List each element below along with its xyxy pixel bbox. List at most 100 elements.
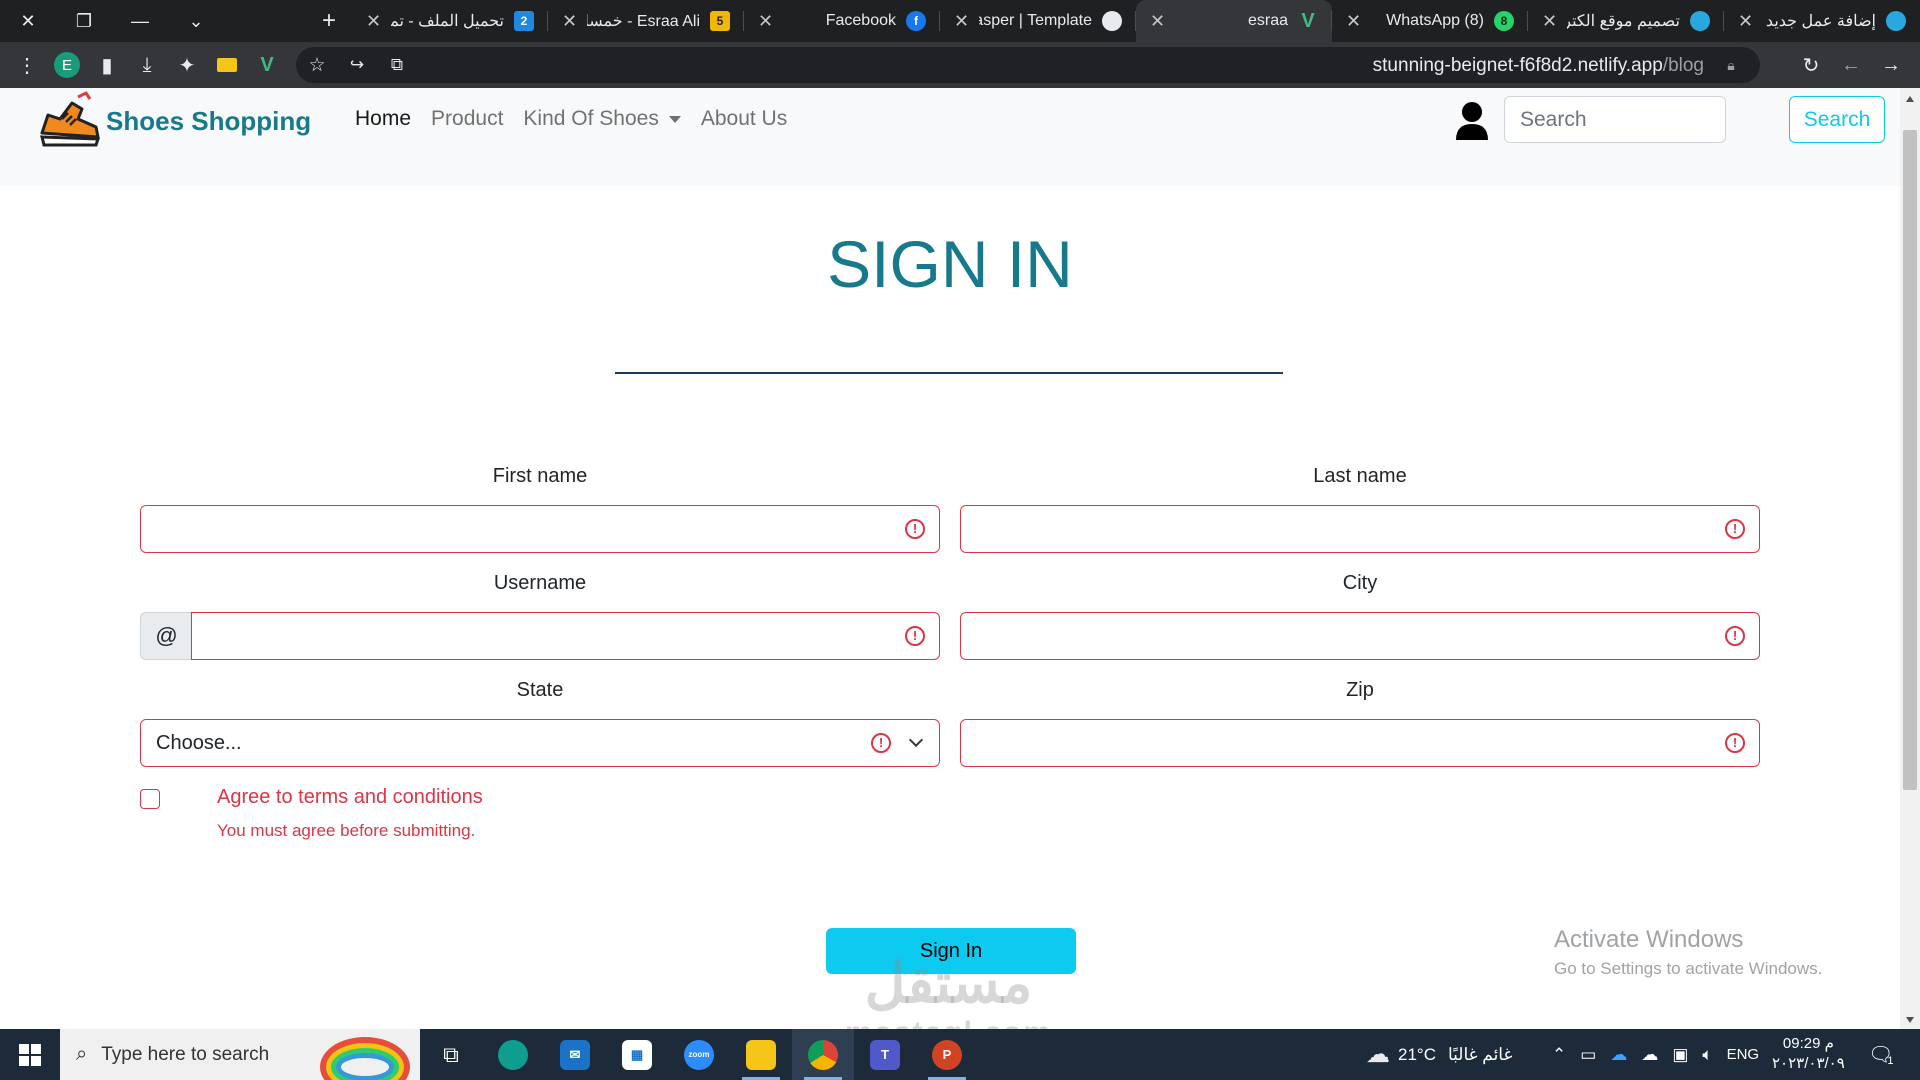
forward-icon[interactable]: ← [1836,50,1866,80]
share-icon[interactable]: ↪ [342,50,372,80]
restore-window-icon[interactable]: ❐ [56,0,112,42]
city-input[interactable] [961,613,1759,659]
last-name-input[interactable] [961,506,1759,552]
bookmark-star-icon[interactable]: ☆ [302,50,332,80]
address-bar[interactable]: ☆ ↪ ⧉ stunning-beignet-f6f8d2.netlify.ap… [296,47,1760,83]
zip-field[interactable]: ! [960,719,1760,767]
first-name-group: First name ! [140,462,940,553]
close-icon[interactable]: ✕ [954,11,969,32]
taskbar-zoom[interactable]: zoom [668,1029,730,1080]
show-hidden-icons-chevron-icon[interactable]: ⌃ [1552,1045,1566,1065]
network-icon[interactable]: ▣ [1672,1045,1688,1065]
taskbar-file-explorer[interactable] [730,1029,792,1080]
taskbar-teams[interactable]: T [854,1029,916,1080]
scroll-down-icon[interactable] [1906,1017,1914,1023]
minimize-window-icon[interactable]: — [112,0,168,42]
weather-widget[interactable]: ☁ 21°C غائم غالبًا [1366,1029,1512,1080]
taskbar-edge[interactable] [482,1029,544,1080]
vue-logo-icon: V [1301,9,1315,32]
tab-whatsapp[interactable]: 8 (8) WhatsApp ✕ [1332,0,1528,42]
extension-badge-icon[interactable] [212,50,242,80]
notification-center-button[interactable]: 🗨︎ 1 [1868,1029,1894,1080]
brand-link[interactable]: Shoes Shopping [38,88,311,154]
windows-taskbar: ⌕ Type here to search ⧉ ✉ ▦ zoom T P ☁ 2… [0,1029,1920,1080]
tab-facebook[interactable]: f Facebook ✕ [744,0,940,42]
user-icon[interactable] [1454,100,1490,140]
tab-khamsat[interactable]: 5 Esraa Ali - خمسات ✕ [548,0,744,42]
taskbar-search-placeholder: Type here to search [101,1043,270,1065]
download-icon[interactable]: ⤓ [132,50,162,80]
username-input[interactable] [192,613,939,659]
taskbar-powerpoint[interactable]: P [916,1029,978,1080]
close-icon[interactable]: ✕ [758,11,773,32]
nav-link-product[interactable]: Product [431,107,503,131]
close-icon[interactable]: ✕ [366,11,381,32]
lock-icon[interactable]: 🔒︎ [1716,50,1746,80]
last-name-label: Last name [1313,465,1407,487]
taskbar-search-box[interactable]: ⌕ Type here to search [60,1029,420,1080]
invalid-icon: ! [905,626,925,646]
nav-dropdown-kind-of-shoes[interactable]: Kind Of Shoes [523,107,681,131]
new-tab-button[interactable]: + [306,0,352,42]
taskbar-chrome[interactable] [792,1029,854,1080]
language-indicator[interactable]: ENG [1727,1046,1760,1063]
menu-dots-icon[interactable]: ⋮ [12,50,42,80]
close-window-icon[interactable]: ✕ [0,0,56,42]
agree-checkbox[interactable] [140,789,160,809]
facebook-icon: f [906,11,926,31]
onedrive-icon[interactable]: ☁ [1610,1045,1627,1065]
nav-link-about-us[interactable]: About Us [701,107,787,131]
site-navbar: Shoes Shopping Home Product Kind Of Shoe… [0,88,1900,186]
taskbar-mail[interactable]: ✉ [544,1029,606,1080]
tab-title: esraa [1247,12,1288,29]
username-field[interactable]: ! [191,612,940,660]
taskbar-store[interactable]: ▦ [606,1029,668,1080]
state-label: State [516,679,564,701]
side-panel-icon[interactable]: ▮ [92,50,122,80]
search-input[interactable] [1504,96,1726,143]
city-group: City ! [960,569,1760,660]
close-icon[interactable]: ✕ [1542,11,1557,32]
back-icon[interactable]: → [1876,50,1906,80]
download-site-icon: 2 [514,11,534,31]
battery-icon[interactable]: ▭ [1580,1045,1596,1065]
scroll-up-icon[interactable] [1906,96,1914,102]
state-select[interactable]: Choose... ! [140,719,940,767]
zip-input[interactable] [961,720,1759,766]
reload-icon[interactable]: ↻ [1796,50,1826,80]
first-name-input[interactable] [141,506,939,552]
search-button[interactable]: Search [1789,96,1885,143]
page-scrollbar[interactable] [1900,88,1920,1029]
tab-search-chevron-icon[interactable]: ⌄ [168,0,224,42]
volume-icon[interactable]: 🔈︎ [1702,1045,1712,1065]
cloud-icon[interactable]: ☁ [1641,1045,1658,1065]
tab-esraa[interactable]: V esraa ✕ [1136,0,1332,42]
close-icon[interactable]: ✕ [1738,11,1753,32]
city-field[interactable]: ! [960,612,1760,660]
extensions-icon[interactable]: ✦ [172,50,202,80]
tab-file-download[interactable]: 2 تحميل الملف - تمت ✕ [352,0,548,42]
vue-devtools-icon[interactable]: V [252,50,282,80]
task-view-button[interactable]: ⧉ [420,1029,482,1080]
profile-avatar[interactable]: E [52,50,82,80]
close-icon[interactable]: ✕ [1346,11,1361,32]
nav-link-home[interactable]: Home [355,107,411,131]
last-name-field[interactable]: ! [960,505,1760,553]
close-icon[interactable]: ✕ [1150,11,1165,32]
agree-label[interactable]: Agree to terms and conditions [217,786,483,809]
tab-title: تصميم موقع الكترو [1567,13,1680,30]
tab-ad-work[interactable]: إضافة عمل جديد | ✕ [1724,0,1920,42]
clock-date: ٢٠٢٣/٠٣/٠٩ [1772,1055,1845,1072]
scroll-thumb[interactable] [1903,130,1917,790]
clock-time: 09:29 م [1782,1035,1834,1052]
folder-icon [746,1039,776,1070]
start-button[interactable] [0,1029,60,1080]
clock[interactable]: 09:29 م ٢٠٢٣/٠٣/٠٩ [1772,1034,1845,1074]
first-name-field[interactable]: ! [140,505,940,553]
translate-icon[interactable]: ⧉ [382,50,412,80]
close-icon[interactable]: ✕ [562,11,577,32]
tab-kasper[interactable]: kasper | Template ✕ [940,0,1136,42]
tab-website-design[interactable]: تصميم موقع الكترو ✕ [1528,0,1724,42]
task-view-icon: ⧉ [443,1041,459,1067]
edge-icon [498,1039,528,1070]
